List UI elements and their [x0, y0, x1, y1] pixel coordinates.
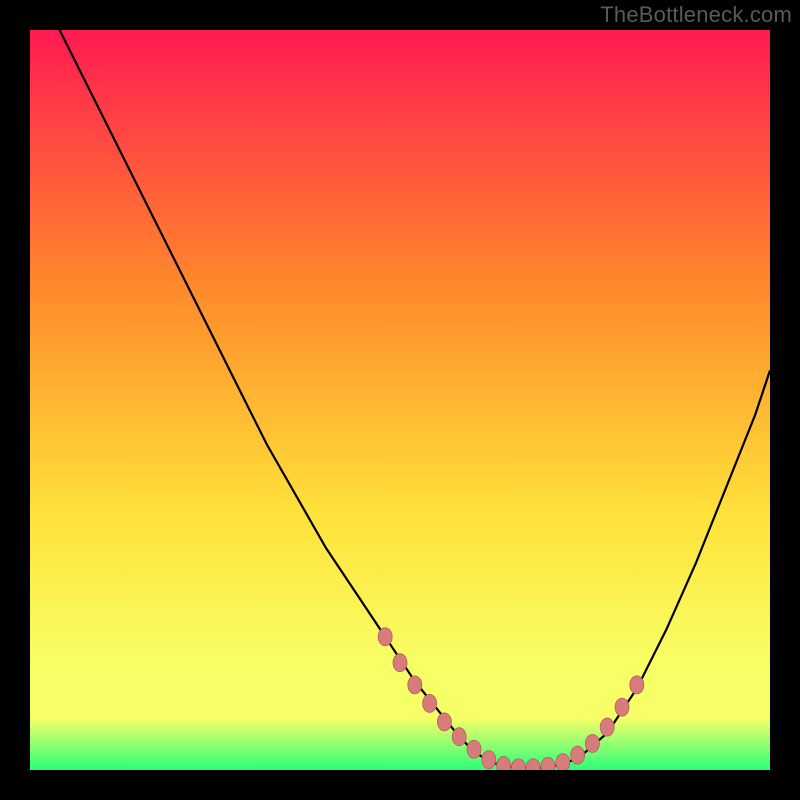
- curve-marker: [600, 718, 614, 736]
- curve-marker: [482, 751, 496, 769]
- curve-marker: [497, 757, 511, 770]
- plot-area: [30, 30, 770, 770]
- curve-marker: [393, 654, 407, 672]
- curve-marker: [556, 754, 570, 770]
- watermark-text: TheBottleneck.com: [600, 2, 792, 28]
- curve-marker: [408, 676, 422, 694]
- curve-marker: [437, 713, 451, 731]
- chart-frame: TheBottleneck.com: [0, 0, 800, 800]
- curve-marker: [378, 628, 392, 646]
- bottleneck-plot: [30, 30, 770, 770]
- curve-marker: [630, 676, 644, 694]
- curve-marker: [452, 728, 466, 746]
- curve-marker: [467, 740, 481, 758]
- curve-marker: [585, 734, 599, 752]
- curve-marker: [423, 694, 437, 712]
- curve-marker: [571, 746, 585, 764]
- curve-marker: [615, 698, 629, 716]
